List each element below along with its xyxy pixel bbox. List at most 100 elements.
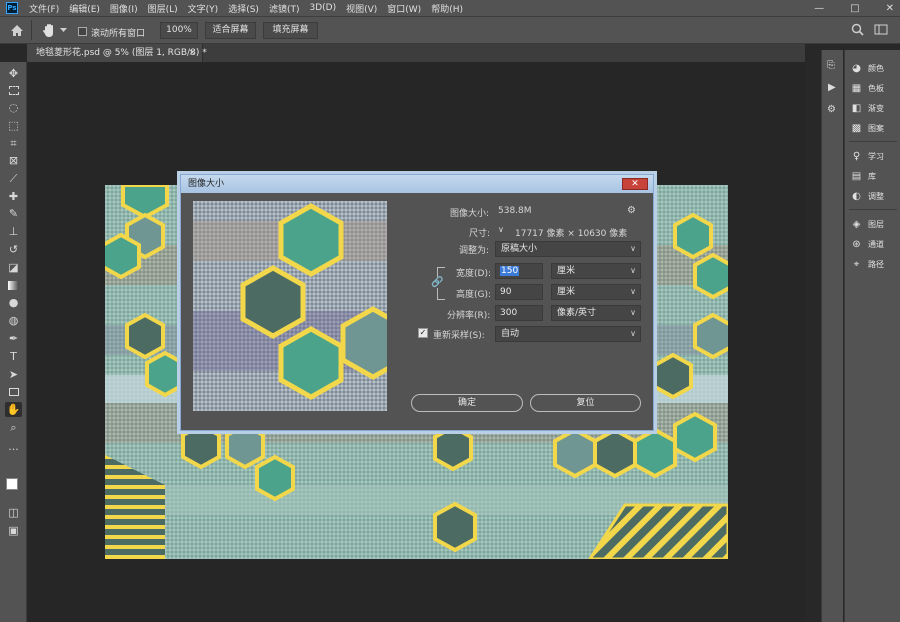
crop-tool-icon[interactable]: ⌗ xyxy=(5,136,22,151)
frame-tool-icon[interactable]: ⊠ xyxy=(5,153,22,168)
height-input[interactable]: 90 xyxy=(495,284,543,300)
libraries-icon: ▤ xyxy=(851,170,862,182)
panel-item-swatches[interactable]: ▦ 色板 xyxy=(851,80,884,96)
chevron-down-icon[interactable]: ∨ xyxy=(498,225,504,234)
document-tab-bar: 地毯菱形花.psd @ 5% (图层 1, RGB/8) * × xyxy=(27,44,805,62)
fit-to-label: 调整为: xyxy=(459,246,490,256)
menu-window[interactable]: 窗口(W) xyxy=(382,2,426,15)
panel-label: 通道 xyxy=(868,239,884,249)
eyedropper-tool-icon[interactable]: ⟋ xyxy=(5,171,22,186)
chevron-down-icon: ∨ xyxy=(630,266,636,275)
settings-gear-icon[interactable]: ⚙ xyxy=(627,205,636,216)
marquee-tool-icon[interactable] xyxy=(5,83,22,98)
ok-button[interactable]: 确定 xyxy=(411,394,523,412)
menu-file[interactable]: 文件(F) xyxy=(24,2,64,15)
scroll-all-windows-checkbox[interactable] xyxy=(78,27,87,36)
menu-edit[interactable]: 编辑(E) xyxy=(64,2,105,15)
width-unit-select[interactable]: 厘米 ∨ xyxy=(551,263,641,279)
menu-select[interactable]: 选择(S) xyxy=(223,2,264,15)
panel-item-learn[interactable]: ♀ 学习 xyxy=(851,148,884,164)
panel-item-channels[interactable]: ⊛ 通道 xyxy=(851,236,884,252)
dialog-title: 图像大小 xyxy=(188,179,225,189)
panel-label: 路径 xyxy=(868,259,884,269)
panel-item-adjustments[interactable]: ◐ 调整 xyxy=(851,188,884,204)
pen-tool-icon[interactable]: ✒ xyxy=(5,331,22,346)
path-select-tool-icon[interactable]: ➤ xyxy=(5,367,22,382)
chevron-down-icon: ∨ xyxy=(630,244,636,253)
history-brush-icon[interactable]: ↺ xyxy=(5,242,22,257)
width-value: 150 xyxy=(500,266,520,276)
height-unit-select[interactable]: 厘米 ∨ xyxy=(551,284,641,300)
panel-item-libraries[interactable]: ▤ 库 xyxy=(851,168,876,184)
properties-panel-icon[interactable]: ⚙ xyxy=(827,104,836,115)
dialog-close-button[interactable]: ✕ xyxy=(622,178,648,190)
rectangle-tool-icon[interactable] xyxy=(5,385,22,400)
panels-dock: ◕ 颜色 ▦ 色板 ◧ 渐变 ▩ 图案 ♀ 学习 ▤ 库 ◐ 调整 ◈ 图层 ⊛… xyxy=(844,50,900,622)
menu-help[interactable]: 帮助(H) xyxy=(426,2,468,15)
workspace-icon[interactable] xyxy=(874,23,888,36)
width-input[interactable]: 150 xyxy=(495,263,543,279)
hand-tool-selected-icon[interactable]: ✋ xyxy=(5,402,22,417)
close-tab-icon[interactable]: × xyxy=(188,44,196,62)
blur-tool-icon[interactable]: ● xyxy=(5,295,22,310)
clone-stamp-icon[interactable]: ⊥ xyxy=(5,224,22,239)
panel-item-paths[interactable]: ⌖ 路径 xyxy=(851,256,884,272)
maximize-button[interactable]: □ xyxy=(850,3,859,14)
document-tab-title: 地毯菱形花.psd @ 5% (图层 1, RGB/8) * xyxy=(36,48,207,58)
hand-tool-icon[interactable] xyxy=(42,23,56,38)
dialog-title-bar: 图像大小 xyxy=(181,175,653,193)
reset-button[interactable]: 复位 xyxy=(530,394,641,412)
dodge-tool-icon[interactable]: ◍ xyxy=(5,313,22,328)
menu-layer[interactable]: 图层(L) xyxy=(143,2,183,15)
healing-brush-icon[interactable]: ✚ xyxy=(5,189,22,204)
dimensions-label: 尺寸: xyxy=(469,229,491,239)
zoom-tool-icon[interactable]: ⌕ xyxy=(5,420,22,435)
search-icon[interactable] xyxy=(851,23,864,36)
channels-icon: ⊛ xyxy=(852,238,861,250)
panel-item-patterns[interactable]: ▩ 图案 xyxy=(851,120,884,136)
gradient-icon: ◧ xyxy=(851,102,862,114)
close-window-button[interactable]: ✕ xyxy=(886,3,894,14)
actions-play-icon[interactable]: ▶ xyxy=(828,82,836,93)
fill-screen-button[interactable]: 填充屏幕 xyxy=(263,22,318,39)
screen-mode-icon[interactable]: ▣ xyxy=(5,523,22,538)
menu-type[interactable]: 文字(Y) xyxy=(183,2,224,15)
zoom-100-button[interactable]: 100% xyxy=(160,22,198,39)
menu-image[interactable]: 图像(I) xyxy=(105,2,143,15)
menu-filter[interactable]: 滤镜(T) xyxy=(264,2,305,15)
menu-view[interactable]: 视图(V) xyxy=(341,2,382,15)
quick-mask-icon[interactable]: ◫ xyxy=(5,505,22,520)
height-label: 高度(G): xyxy=(456,290,492,300)
chevron-down-icon[interactable] xyxy=(60,28,67,33)
resolution-unit: 像素/英寸 xyxy=(557,308,597,318)
image-preview[interactable] xyxy=(193,201,387,411)
home-icon[interactable] xyxy=(10,24,24,37)
fit-screen-button[interactable]: 适合屏幕 xyxy=(205,22,256,39)
foreground-color-swatch[interactable] xyxy=(6,478,18,490)
history-panel-icon[interactable]: ⎘ xyxy=(827,60,835,71)
resolution-input[interactable]: 300 xyxy=(495,305,543,321)
menu-3d[interactable]: 3D(D) xyxy=(304,3,341,13)
gradient-tool-icon[interactable] xyxy=(5,278,22,293)
panel-item-gradients[interactable]: ◧ 渐变 xyxy=(851,100,884,116)
eraser-tool-icon[interactable]: ◪ xyxy=(5,260,22,275)
move-tool-icon[interactable]: ✥ xyxy=(5,66,22,81)
lasso-tool-icon[interactable]: ◌ xyxy=(5,100,22,115)
link-chain-icon[interactable]: 🔗 xyxy=(431,277,444,288)
resample-select[interactable]: 自动 ∨ xyxy=(495,326,641,342)
document-tab[interactable]: 地毯菱形花.psd @ 5% (图层 1, RGB/8) * × xyxy=(27,44,207,62)
fit-to-select[interactable]: 原稿大小 ∨ xyxy=(495,241,641,257)
window-controls: — □ ✕ xyxy=(814,0,894,16)
panel-item-color[interactable]: ◕ 颜色 xyxy=(851,60,884,76)
type-tool-icon[interactable]: T xyxy=(5,349,22,364)
minimize-button[interactable]: — xyxy=(814,3,824,14)
panel-item-layers[interactable]: ◈ 图层 xyxy=(851,216,884,232)
resample-checkbox[interactable]: ✓ xyxy=(418,328,428,338)
more-tools-icon[interactable]: ··· xyxy=(5,442,22,457)
image-size-dialog: 图像大小 ✕ 图像大小: 538.8M ⚙ 尺寸: ∨ 17717 像素 × 1… xyxy=(180,174,654,431)
brush-tool-icon[interactable]: ✎ xyxy=(5,206,22,221)
resolution-unit-select[interactable]: 像素/英寸 ∨ xyxy=(551,305,641,321)
height-unit: 厘米 xyxy=(557,287,576,297)
paths-icon: ⌖ xyxy=(853,258,860,270)
object-select-tool-icon[interactable]: ⬚ xyxy=(5,118,22,133)
